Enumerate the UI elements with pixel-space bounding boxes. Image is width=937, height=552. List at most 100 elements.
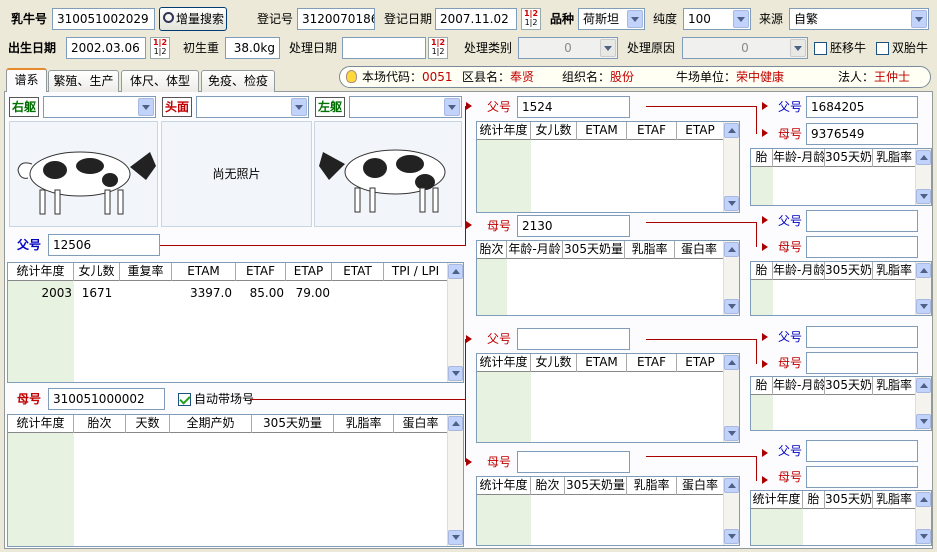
sire-dam-field[interactable]: 2130	[517, 215, 630, 237]
column-header[interactable]: 统计年度	[751, 491, 803, 509]
column-header[interactable]: 胎次	[531, 477, 565, 495]
scrollbar[interactable]	[915, 377, 931, 430]
column-header[interactable]: 全期产奶	[170, 415, 252, 433]
scrollbar[interactable]	[447, 263, 463, 382]
sdm-field[interactable]	[806, 236, 918, 258]
head-select[interactable]	[196, 96, 309, 118]
column-header[interactable]: 305天奶	[825, 262, 873, 280]
right-body-photo[interactable]	[9, 121, 158, 227]
sire-field[interactable]: 12506	[48, 234, 160, 256]
column-header[interactable]: ETAM	[577, 354, 627, 372]
tab-breeding[interactable]: 繁殖、生产	[48, 70, 119, 92]
right-body-button[interactable]: 右躯	[9, 97, 39, 117]
scrollbar[interactable]	[447, 415, 463, 546]
ddf-field[interactable]	[806, 440, 918, 462]
column-header[interactable]: 乳脂率	[873, 262, 916, 280]
column-header[interactable]: 乳脂率	[873, 491, 916, 509]
right-body-select[interactable]	[43, 96, 156, 118]
left-body-select[interactable]	[349, 96, 462, 118]
column-header[interactable]: 蛋白率	[677, 477, 724, 495]
calendar-icon[interactable]: 1|2 1|2	[521, 8, 541, 30]
scrollbar[interactable]	[723, 122, 739, 212]
column-header[interactable]: 乳脂率	[625, 241, 675, 259]
column-header[interactable]: 305天奶量	[565, 477, 627, 495]
dam-field[interactable]: 310051000002	[48, 388, 165, 410]
reg-no-field[interactable]: 3120070186	[297, 8, 375, 30]
birth-date-field[interactable]: 2002.03.06	[66, 37, 146, 59]
sire-dam-grid[interactable]: 胎次 年龄-月龄 305天奶量 乳脂率 蛋白率	[476, 240, 740, 316]
column-header[interactable]: 乳脂率	[627, 477, 677, 495]
column-header[interactable]: 统计年度	[8, 415, 74, 433]
column-header[interactable]: 305天奶	[825, 377, 873, 395]
auto-farm-checkbox[interactable]	[178, 393, 191, 406]
table-row[interactable]: 2003 1671 3397.0 85.00 79.00	[8, 284, 332, 302]
column-header[interactable]: 统计年度	[477, 122, 531, 140]
column-header[interactable]: 胎	[803, 491, 825, 509]
reg-date-field[interactable]: 2007.11.02	[435, 8, 517, 30]
birth-weight-field[interactable]: 38.0kg	[225, 37, 280, 59]
column-header[interactable]: 305天奶	[825, 491, 873, 509]
column-header[interactable]: 乳脂率	[334, 415, 394, 433]
column-header[interactable]: 女儿数	[531, 354, 577, 372]
proc-date-field[interactable]	[342, 37, 426, 59]
column-header[interactable]: 天数	[126, 415, 170, 433]
column-header[interactable]: 胎	[751, 262, 773, 280]
column-header[interactable]: 年龄-月龄	[773, 149, 825, 167]
embryo-checkbox[interactable]	[814, 42, 827, 55]
dsm-grid[interactable]: 胎年龄-月龄 305天奶 乳脂率	[750, 376, 932, 431]
sire-stats-grid[interactable]: 统计年度 女儿数 重复率 ETAM ETAF ETAP ETAT TPI / LPI 2003…	[7, 262, 464, 383]
ssm-grid[interactable]: 胎年龄-月龄 305天奶 乳脂率	[750, 148, 932, 206]
scrollbar[interactable]	[915, 149, 931, 205]
column-header[interactable]: 蛋白率	[394, 415, 448, 433]
cow-no-field[interactable]: 310051002029	[52, 8, 155, 30]
column-header[interactable]: 统计年度	[477, 477, 531, 495]
grandsire-field[interactable]: 1524	[517, 96, 630, 118]
dam-stats-grid[interactable]: 统计年度 胎次 天数 全期产奶 305天奶量 乳脂率 蛋白率	[7, 414, 464, 547]
column-header[interactable]: 乳脂率	[873, 149, 916, 167]
proc-reason-select[interactable]: 0	[682, 37, 808, 59]
column-header[interactable]: 305天奶量	[252, 415, 334, 433]
column-header[interactable]: 胎	[751, 149, 773, 167]
calendar-icon[interactable]: 1|2 1|2	[150, 37, 170, 59]
scrollbar[interactable]	[723, 354, 739, 442]
breed-select[interactable]: 荷斯坦	[578, 8, 645, 30]
dam-sire-field[interactable]	[517, 328, 630, 350]
dam-dam-grid[interactable]: 统计年度 胎次 305天奶量 乳脂率 蛋白率	[476, 476, 740, 546]
column-header[interactable]: 胎次	[74, 415, 126, 433]
head-photo[interactable]: 尚无照片	[161, 121, 312, 227]
incremental-search-button[interactable]: 增量搜索	[159, 7, 227, 31]
column-header[interactable]: 305天奶量	[563, 241, 625, 259]
ssm-field[interactable]: 9376549	[806, 123, 918, 145]
column-header[interactable]: 女儿数	[531, 122, 577, 140]
tab-immunity[interactable]: 免疫、检疫	[201, 70, 275, 92]
column-header[interactable]: 胎次	[477, 241, 507, 259]
dsm-field[interactable]	[806, 352, 918, 374]
dam-sire-grid[interactable]: 统计年度 女儿数 ETAM ETAF ETAP	[476, 353, 740, 443]
dam-dam-field[interactable]	[517, 451, 630, 473]
calendar-icon[interactable]: 1|2 1|2	[428, 37, 448, 59]
column-header[interactable]: 乳脂率	[873, 377, 916, 395]
sdf-field[interactable]	[806, 210, 918, 232]
scrollbar[interactable]	[723, 477, 739, 545]
ddm-grid[interactable]: 统计年度胎 305天奶 乳脂率	[750, 490, 932, 546]
column-header[interactable]: ETAP	[677, 122, 724, 140]
sdm-grid[interactable]: 胎年龄-月龄 305天奶 乳脂率	[750, 261, 932, 316]
grandsire-stats-grid[interactable]: 统计年度 女儿数 ETAM ETAF ETAP	[476, 121, 740, 213]
column-header[interactable]: ETAM	[577, 122, 627, 140]
head-button[interactable]: 头面	[162, 97, 192, 117]
scrollbar[interactable]	[723, 241, 739, 315]
column-header[interactable]: 年龄-月龄	[773, 377, 825, 395]
ssf-field[interactable]: 1684205	[806, 96, 918, 118]
tab-pedigree[interactable]: 谱系	[6, 68, 47, 92]
tab-body[interactable]: 体尺、体型	[121, 70, 199, 92]
column-header[interactable]: 年龄-月龄	[507, 241, 563, 259]
dsf-field[interactable]	[806, 326, 918, 348]
column-header[interactable]: 305天奶	[825, 149, 873, 167]
scrollbar[interactable]	[915, 262, 931, 315]
source-select[interactable]: 自繁	[789, 8, 929, 30]
column-header[interactable]: ETAF	[627, 122, 677, 140]
proc-type-select[interactable]: 0	[518, 37, 618, 59]
left-body-photo[interactable]	[314, 121, 462, 227]
column-header[interactable]: ETAP	[677, 354, 724, 372]
column-header[interactable]: ETAF	[627, 354, 677, 372]
